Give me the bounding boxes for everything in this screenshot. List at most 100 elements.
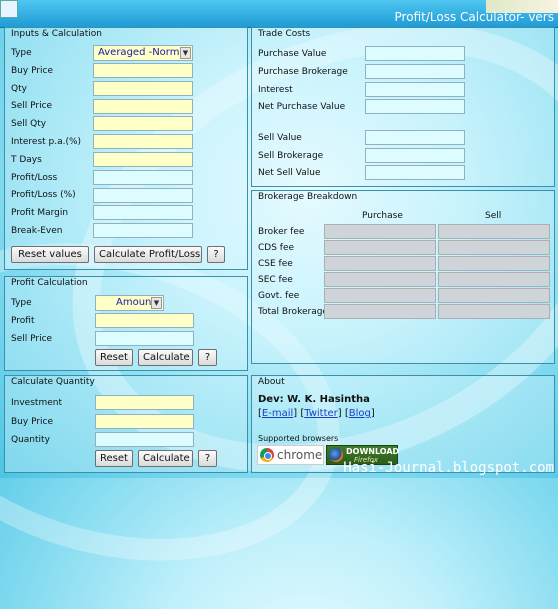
profit-type-select[interactable]: Amount ▼ [95,295,164,311]
quantity-help-button[interactable]: ? [198,450,217,467]
profit-loss-output [93,170,193,185]
purchase-brokerage-label: Purchase Brokerage [258,67,348,77]
net-sell-value-label: Net Sell Value [258,168,321,178]
investment-input[interactable] [95,395,194,410]
cse-fee-purchase [324,256,436,271]
panel-title: Profit Calculation [11,278,88,288]
cds-fee-purchase [324,240,436,255]
t-days-input[interactable] [93,152,193,167]
brokerage-panel: Brokerage Breakdown Purchase Sell Broker… [251,190,555,364]
profit-input[interactable] [95,313,194,328]
profit-margin-label: Profit Margin [11,208,69,218]
chrome-icon-center [264,452,272,460]
chrome-label: chrome [277,448,323,462]
chrome-badge[interactable]: chrome [257,445,324,465]
cds-fee-label: CDS fee [258,243,295,253]
calculate-profit-loss-button[interactable]: Calculate Profit/Loss [94,246,202,263]
purchase-value-label: Purchase Value [258,49,327,59]
panel-title: Brokerage Breakdown [258,192,358,202]
sell-qty-label: Sell Qty [11,119,47,129]
profit-type-value: Amount [116,297,156,308]
quantity-label: Quantity [11,435,50,445]
profit-calculate-button[interactable]: Calculate [138,349,193,366]
purchase-value-output [365,46,465,61]
profit-sell-price-label: Sell Price [11,334,53,344]
break-even-output [93,223,193,238]
buy-price-input[interactable] [93,63,193,78]
type-select-value: Averaged -Normal [98,47,189,58]
reset-values-button[interactable]: Reset values [11,246,89,263]
profit-panel: Profit Calculation Type Amount ▼ Profit … [4,276,248,371]
profit-type-label: Type [11,298,32,308]
cds-fee-sell [438,240,550,255]
interest-label: Interest p.a.(%) [11,137,82,147]
sell-qty-input[interactable] [93,116,193,131]
quantity-panel: Calculate Quantity Investment Buy Price … [4,375,248,473]
profit-margin-output [93,205,193,220]
total-brokerage-sell [438,304,550,319]
quantity-output [95,432,194,447]
buy-price-label: Buy Price [11,66,54,76]
profit-reset-button[interactable]: Reset [95,349,133,366]
sec-fee-purchase [324,272,436,287]
about-panel: About Dev: W. K. Hasintha [E-mail] [Twit… [251,375,555,473]
profit-help-button[interactable]: ? [198,349,217,366]
investment-label: Investment [11,398,62,408]
email-link[interactable]: E-mail [262,408,293,419]
trade-costs-panel: Trade Costs Purchase Value Purchase Brok… [251,27,555,187]
inputs-panel: Inputs & Calculation Type Averaged -Norm… [4,27,248,270]
sell-value-output [365,130,465,145]
govt-fee-purchase [324,288,436,303]
sec-fee-sell [438,272,550,287]
profit-loss-label: Profit/Loss [11,173,58,183]
sell-brokerage-output [365,148,465,163]
quantity-calculate-button[interactable]: Calculate [138,450,193,467]
quantity-reset-button[interactable]: Reset [95,450,133,467]
net-sell-value-output [365,165,465,180]
purchase-brokerage-output [365,64,465,79]
panel-title: About [258,377,285,387]
interest-input[interactable] [93,134,193,149]
sec-fee-label: SEC fee [258,275,293,285]
blog-link[interactable]: Blog [349,408,371,419]
chevron-down-icon[interactable]: ▼ [180,47,191,59]
purchase-column-header: Purchase [362,211,403,221]
sell-value-label: Sell Value [258,133,302,143]
qty-input[interactable] [93,81,193,96]
profit-sell-price-output [95,331,194,346]
help-button[interactable]: ? [207,246,225,263]
net-purchase-value-output [365,99,465,114]
quantity-buy-price-label: Buy Price [11,417,54,427]
profit-loss-pct-output [93,188,193,203]
quantity-buy-price-input[interactable] [95,414,194,429]
cse-fee-label: CSE fee [258,259,293,269]
firefox-download-label: DOWNLOAD [346,447,400,456]
sell-price-input[interactable] [93,99,193,114]
trade-interest-output [365,82,465,97]
chevron-down-icon[interactable]: ▼ [151,297,162,309]
net-purchase-value-label: Net Purchase Value [258,102,346,112]
developer-credit: Dev: W. K. Hasintha [258,394,370,405]
contact-links: [E-mail] [Twitter] [Blog] [258,408,375,419]
govt-fee-label: Govt. fee [258,291,300,301]
break-even-label: Break-Even [11,226,63,236]
profit-label: Profit [11,316,35,326]
sell-price-label: Sell Price [11,101,53,111]
broker-fee-label: Broker fee [258,227,305,237]
watermark: Hasi-Journal.blogspot.com [343,460,554,476]
total-brokerage-label: Total Brokerage [258,307,328,317]
window-title: Profit/Loss Calculator- vers [394,10,554,24]
panel-title: Trade Costs [258,29,311,39]
panel-title: Calculate Quantity [11,377,95,387]
sell-brokerage-label: Sell Brokerage [258,151,324,161]
broker-fee-purchase [324,224,436,239]
type-select[interactable]: Averaged -Normal ▼ [93,45,193,61]
cse-fee-sell [438,256,550,271]
sell-column-header: Sell [485,211,502,221]
twitter-link[interactable]: Twitter [304,408,338,419]
total-brokerage-purchase [324,304,436,319]
panel-title: Inputs & Calculation [11,29,102,39]
trade-interest-label: Interest [258,85,293,95]
title-bar: Profit/Loss Calculator- vers [0,0,558,28]
app-icon [0,0,18,18]
